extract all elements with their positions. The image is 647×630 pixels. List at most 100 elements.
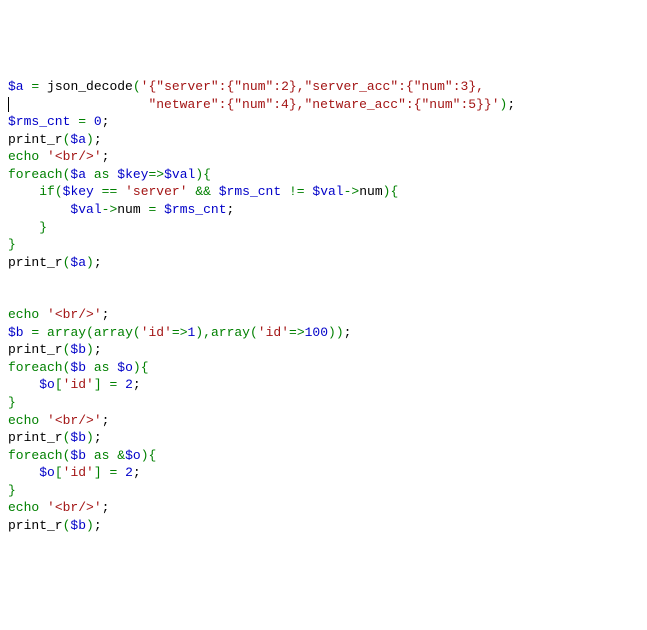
code-token: == xyxy=(102,184,118,199)
code-token: => xyxy=(148,167,164,182)
code-token: { xyxy=(390,184,398,199)
code-token: $a xyxy=(70,167,86,182)
code-token: print_r xyxy=(8,430,63,445)
code-token: $key xyxy=(63,184,94,199)
code-token: , xyxy=(203,325,211,340)
code-token: '<br/>' xyxy=(47,413,102,428)
code-token: $b xyxy=(70,518,86,533)
code-token xyxy=(86,114,94,129)
code-token: ) xyxy=(86,132,94,147)
code-token: print_r xyxy=(8,518,63,533)
code-line: } xyxy=(8,236,639,254)
code-token: $val xyxy=(312,184,343,199)
code-line: } xyxy=(8,394,639,412)
code-token: 0 xyxy=(94,114,102,129)
code-token: ) xyxy=(195,167,203,182)
code-line: $val->num = $rms_cnt; xyxy=(8,201,639,219)
code-token: $a xyxy=(8,79,24,94)
code-line: print_r($b); xyxy=(8,517,639,535)
code-token xyxy=(86,360,94,375)
code-token: 2 xyxy=(125,465,133,480)
code-token: $a xyxy=(70,255,86,270)
code-token: $b xyxy=(8,325,24,340)
code-token: { xyxy=(141,360,149,375)
code-token xyxy=(39,413,47,428)
code-token: ( xyxy=(63,518,71,533)
code-token: ) xyxy=(86,430,94,445)
code-token: ) xyxy=(328,325,336,340)
code-token: '<br/>' xyxy=(47,500,102,515)
code-token xyxy=(39,307,47,322)
code-token xyxy=(8,184,39,199)
code-line: print_r($b); xyxy=(8,341,639,359)
code-token: ; xyxy=(133,377,141,392)
code-line: echo '<br/>'; xyxy=(8,499,639,517)
code-token xyxy=(8,465,39,480)
code-line: $o['id'] = 2; xyxy=(8,376,639,394)
code-token: echo xyxy=(8,500,39,515)
code-token: => xyxy=(172,325,188,340)
code-token: => xyxy=(289,325,305,340)
code-line: $a = json_decode('{"server":{"num":2},"s… xyxy=(8,78,639,96)
code-token: as xyxy=(94,448,110,463)
code-token: $key xyxy=(117,167,148,182)
code-token: ) xyxy=(86,255,94,270)
code-line: echo '<br/>'; xyxy=(8,148,639,166)
code-token: != xyxy=(289,184,305,199)
code-line: print_r($a); xyxy=(8,254,639,272)
code-token: 'id' xyxy=(63,377,94,392)
code-token: { xyxy=(149,448,157,463)
code-token: ; xyxy=(227,202,235,217)
code-token: ; xyxy=(102,413,110,428)
code-line: } xyxy=(8,482,639,500)
code-token: array xyxy=(94,325,133,340)
code-token: & xyxy=(117,448,125,463)
code-token: echo xyxy=(8,413,39,428)
code-token xyxy=(94,184,102,199)
code-token: ) xyxy=(86,342,94,357)
code-token: foreach xyxy=(8,167,63,182)
code-token xyxy=(39,325,47,340)
code-token xyxy=(8,220,39,235)
code-line: print_r($a); xyxy=(8,131,639,149)
code-token: ( xyxy=(133,325,141,340)
code-token: '<br/>' xyxy=(47,307,102,322)
code-token: '<br/>' xyxy=(47,149,102,164)
code-token: ( xyxy=(133,79,141,94)
code-token xyxy=(8,97,148,112)
code-token: ; xyxy=(102,500,110,515)
code-token: ) xyxy=(336,325,344,340)
code-line: echo '<br/>'; xyxy=(8,306,639,324)
code-block: $a = json_decode('{"server":{"num":2},"s… xyxy=(8,78,639,534)
code-token: $b xyxy=(70,448,86,463)
code-token: } xyxy=(8,395,16,410)
code-line xyxy=(8,271,639,289)
code-line: print_r($b); xyxy=(8,429,639,447)
code-token: foreach xyxy=(8,448,63,463)
code-token: 2 xyxy=(125,377,133,392)
code-token: echo xyxy=(8,307,39,322)
code-token: 'server' xyxy=(125,184,187,199)
code-token: $rms_cnt xyxy=(164,202,226,217)
code-line: $o['id'] = 2; xyxy=(8,464,639,482)
code-token xyxy=(8,377,39,392)
code-token: if xyxy=(39,184,55,199)
code-token: ; xyxy=(102,114,110,129)
code-token: '{"server":{"num":2},"server_acc":{"num"… xyxy=(141,79,484,94)
code-token xyxy=(86,167,94,182)
code-token: $b xyxy=(70,360,86,375)
code-token: ; xyxy=(133,465,141,480)
code-token: $b xyxy=(70,342,86,357)
code-token xyxy=(156,202,164,217)
code-token xyxy=(8,202,70,217)
code-token: ) xyxy=(133,360,141,375)
code-token: ; xyxy=(94,430,102,445)
code-token: num xyxy=(117,202,148,217)
code-line: foreach($a as $key=>$val){ xyxy=(8,166,639,184)
code-token: 'id' xyxy=(258,325,289,340)
code-line: foreach($b as $o){ xyxy=(8,359,639,377)
code-token: ; xyxy=(94,342,102,357)
code-token: $val xyxy=(70,202,101,217)
code-line xyxy=(8,289,639,307)
code-token: print_r xyxy=(8,132,63,147)
